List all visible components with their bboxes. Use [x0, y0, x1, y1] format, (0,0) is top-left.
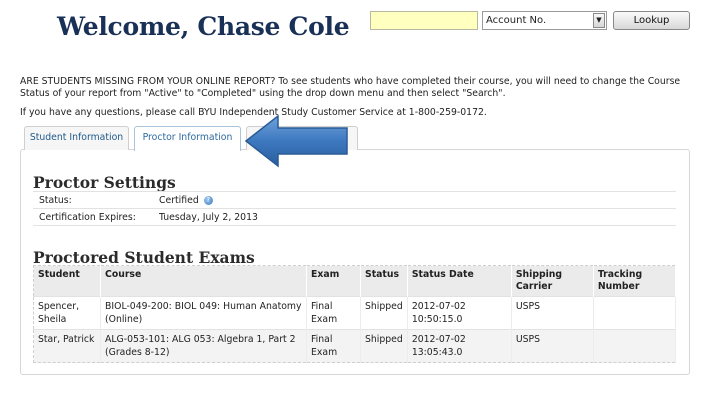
- proctored-exams-table: Student Course Exam Status Status Date S…: [33, 265, 677, 363]
- exam-name: Final Exam: [306, 296, 361, 330]
- status-value: Certified: [159, 194, 199, 206]
- search-type-value: Account No.: [486, 15, 547, 26]
- settings-row: Certification Expires: Tuesday, July 2, …: [33, 208, 676, 226]
- table-row: Spencer, Sheila BIOL-049-200: BIOL 049: …: [33, 296, 677, 330]
- tracking-number: [593, 296, 677, 330]
- proctor-settings-table: Status: Certified ? Certification Expire…: [33, 191, 676, 226]
- exam-status: Shipped: [360, 296, 408, 330]
- column-header-shipping-carrier: Shipping Carrier: [511, 265, 594, 297]
- column-header-exam: Exam: [306, 265, 361, 297]
- status-date: 2012-07-02 13:05:43.0: [407, 329, 512, 363]
- lookup-button[interactable]: Lookup: [613, 11, 690, 30]
- table-header-row: Student Course Exam Status Status Date S…: [33, 265, 677, 297]
- welcome-title: Welcome, Chase Cole: [57, 12, 350, 41]
- column-header-status-date: Status Date: [407, 265, 512, 297]
- tab-student-information[interactable]: Student Information: [24, 126, 129, 150]
- student-name: Spencer, Sheila: [33, 296, 101, 330]
- table-row: Star, Patrick ALG-053-101: ALG 053: Alge…: [33, 329, 677, 363]
- search-type-select[interactable]: Account No. ▼: [482, 11, 607, 30]
- status-label: Status:: [33, 191, 159, 209]
- shipping-carrier: USPS: [511, 296, 594, 330]
- tracking-number: [593, 329, 677, 363]
- proctor-settings-heading: Proctor Settings: [33, 173, 176, 192]
- shipping-carrier: USPS: [511, 329, 594, 363]
- chevron-down-icon[interactable]: ▼: [593, 13, 605, 28]
- question-icon[interactable]: ?: [203, 195, 213, 205]
- missing-students-message: ARE STUDENTS MISSING FROM YOUR ONLINE RE…: [20, 76, 681, 99]
- column-header-status: Status: [360, 265, 408, 297]
- status-value-cell: Certified ?: [159, 191, 676, 209]
- exam-name: Final Exam: [306, 329, 361, 363]
- certification-expires-label: Certification Expires:: [33, 208, 159, 226]
- exam-status: Shipped: [360, 329, 408, 363]
- course-name: ALG-053-101: ALG 053: Algebra 1, Part 2 …: [100, 329, 307, 363]
- settings-row: Status: Certified ?: [33, 191, 676, 209]
- column-header-tracking-number: Tracking Number: [593, 265, 677, 297]
- status-date: 2012-07-02 10:50:15.0: [407, 296, 512, 330]
- student-name: Star, Patrick: [33, 329, 101, 363]
- help-message: If you have any questions, please call B…: [20, 107, 487, 118]
- certification-expires-value: Tuesday, July 2, 2013: [159, 208, 676, 226]
- column-header-student: Student: [33, 265, 101, 297]
- column-header-course: Course: [100, 265, 307, 297]
- course-name: BIOL-049-200: BIOL 049: Human Anatomy (O…: [100, 296, 307, 330]
- arrow-pointer-icon: [244, 114, 348, 168]
- tab-proctor-information[interactable]: Proctor Information: [134, 126, 241, 151]
- lookup-input[interactable]: [370, 11, 478, 30]
